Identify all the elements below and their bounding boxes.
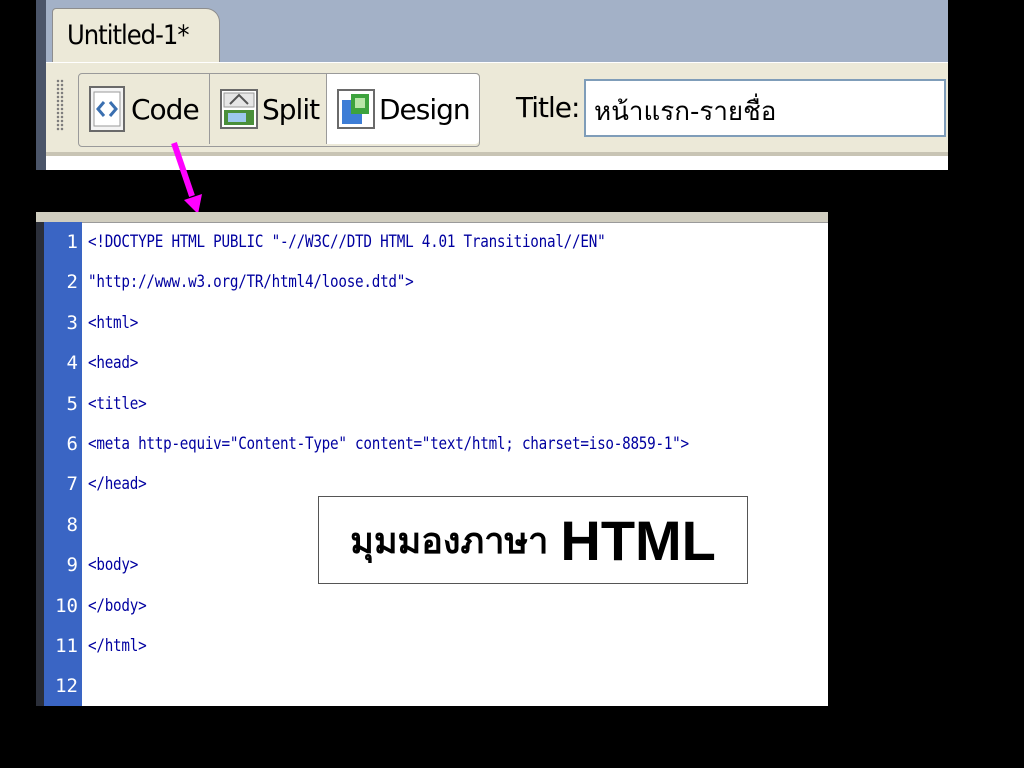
code-line[interactable]: 10 </body> (36, 586, 828, 626)
line-number: 6 (66, 433, 78, 455)
line-number: 5 (66, 392, 78, 415)
code-line[interactable]: 3 <html> (36, 303, 828, 343)
code-line[interactable]: 11 </html> (36, 626, 828, 666)
code-text: <html> (88, 312, 139, 333)
code-text: <!DOCTYPE HTML PUBLIC "-//W3C//DTD HTML … (88, 232, 606, 252)
line-number: 9 (66, 554, 78, 577)
code-text: </body> (88, 595, 147, 616)
code-line[interactable]: 4 <head> (36, 343, 828, 383)
line-number: 4 (66, 352, 78, 375)
code-line[interactable]: 5 <title> (36, 384, 828, 424)
code-text: <title> (88, 393, 147, 414)
caption-html-text: HTML (560, 508, 716, 572)
code-text: </html> (88, 636, 147, 656)
line-number: 3 (66, 311, 78, 334)
code-text: <body> (88, 555, 139, 576)
code-line[interactable]: 6 <meta http-equiv="Content-Type" content… (36, 424, 828, 464)
code-view-panel[interactable]: 1 <!DOCTYPE HTML PUBLIC "-//W3C//DTD HTML… (36, 212, 828, 706)
line-number: 7 (66, 473, 78, 496)
code-text: <meta http-equiv="Content-Type" content=… (88, 434, 689, 454)
line-number: 2 (66, 271, 78, 294)
line-number: 11 (55, 635, 78, 657)
code-line[interactable]: 12 (36, 666, 828, 706)
caption-box: มุมมองภาษา HTML (318, 496, 748, 584)
caption-thai-text: มุมมองภาษา (350, 520, 549, 562)
pointer-arrow-head (184, 194, 202, 214)
line-number: 12 (55, 675, 78, 698)
line-number: 1 (66, 231, 78, 253)
pointer-arrow-shaft (171, 142, 195, 197)
line-number: 8 (66, 513, 78, 536)
line-number: 10 (55, 594, 78, 617)
code-text: </head> (88, 474, 147, 495)
code-line[interactable]: 2 "http://www.w3.org/TR/html4/loose.dtd"> (36, 262, 828, 302)
code-text: <head> (88, 353, 139, 374)
code-line[interactable]: 1 <!DOCTYPE HTML PUBLIC "-//W3C//DTD HTML… (36, 222, 828, 262)
code-text: "http://www.w3.org/TR/html4/loose.dtd"> (88, 272, 414, 293)
